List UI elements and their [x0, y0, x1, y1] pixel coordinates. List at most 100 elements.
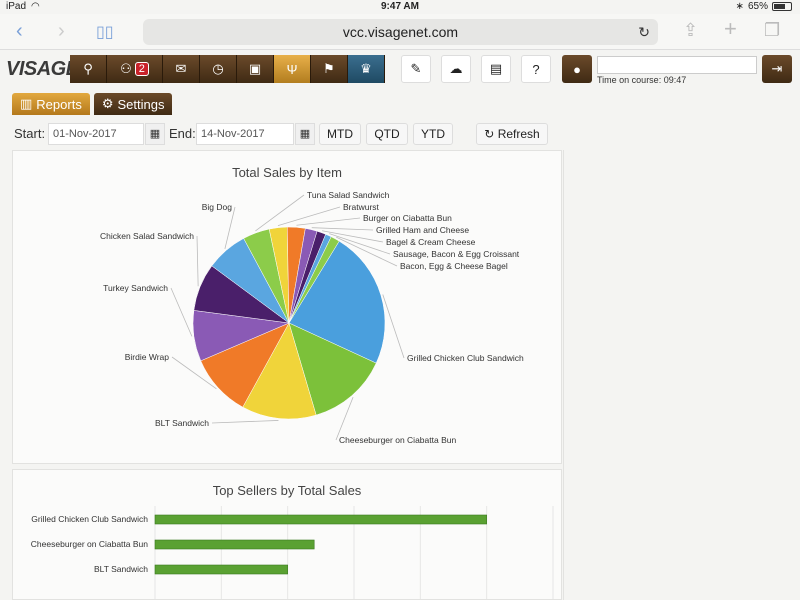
clock-icon: ◷: [212, 61, 224, 76]
logout-icon: ⇥: [771, 61, 783, 76]
start-calendar-icon[interactable]: ▦: [145, 123, 165, 145]
book-icon: ▤: [489, 61, 503, 76]
pie-label-chicken-salad-sandwich: Chicken Salad Sandwich: [100, 231, 194, 241]
flag-icon: ⚑: [323, 61, 335, 76]
trophy-icon: ♛: [360, 61, 372, 76]
help-button[interactable]: ?: [521, 55, 551, 83]
bar-label-cheeseburger-on-ciabatta-bun: Cheeseburger on Ciabatta Bun: [31, 539, 148, 549]
refresh-icon: ↻: [484, 127, 495, 141]
pie-label-grilled-chicken-club-sandwich: Grilled Chicken Club Sandwich: [407, 353, 524, 363]
golf-carts-icon: ⚇: [120, 61, 132, 76]
end-calendar-icon[interactable]: ▦: [295, 123, 315, 145]
pie-label-turkey-sandwich: Turkey Sandwich: [103, 283, 168, 293]
tab-reports[interactable]: ▥ Reports: [12, 93, 90, 115]
end-label: End:: [169, 126, 196, 141]
pie-label-grilled-ham-and-cheese: Grilled Ham and Cheese: [376, 225, 469, 235]
bar-cheeseburger-on-ciabatta-bun[interactable]: [154, 539, 315, 550]
pie-leader-line: [196, 235, 199, 287]
ytd-button[interactable]: YTD: [413, 123, 453, 145]
fork-knife-icon: Ψ: [286, 61, 298, 77]
clock: 9:47 AM: [381, 1, 419, 12]
time-on-course: Time on course: 09:47: [597, 75, 687, 85]
browser-bar: ‹ › ▯▯ vcc.visagenet.com ↻ ⇪ + ❐: [0, 14, 800, 50]
report-tabs: ▥ Reports ⚙ Settings: [12, 93, 173, 115]
pie-label-bacon-egg-cheese-bagel: Bacon, Egg & Cheese Bagel: [400, 261, 508, 271]
pie-label-big-dog: Big Dog: [202, 202, 233, 212]
share-icon[interactable]: ⇪: [683, 20, 698, 41]
message-count-badge: 2: [134, 62, 149, 76]
bluetooth-icon: ∗: [735, 1, 744, 12]
module-toolbar: ⚲ ⚇ 2 ✉ ◷ ▣ Ψ ⚑ ♛: [70, 55, 385, 83]
logout-button[interactable]: ⇥: [762, 55, 792, 83]
pie-label-blt-sandwich: BLT Sandwich: [155, 418, 209, 428]
pie-label-sausage-bacon-egg-croissant: Sausage, Bacon & Egg Croissant: [393, 249, 520, 259]
refresh-button[interactable]: ↻ Refresh: [476, 123, 548, 145]
logo-text: VISAGE: [6, 58, 79, 80]
messages-button[interactable]: ✉: [163, 55, 200, 83]
pie-label-tuna-salad-sandwich: Tuna Salad Sandwich: [307, 190, 390, 200]
tab-settings-label: Settings: [117, 96, 165, 112]
food-button[interactable]: Ψ: [274, 55, 311, 83]
bar-chart-panel: Top Sellers by Total Sales Grilled Chick…: [12, 469, 562, 600]
globe-button[interactable]: ●: [562, 55, 592, 83]
url-text: vcc.visagenet.com: [342, 24, 459, 40]
globe-icon: ●: [573, 61, 581, 77]
tabs-icon[interactable]: ❐: [764, 20, 780, 41]
ads-button[interactable]: ▣: [237, 55, 274, 83]
pie-label-bratwurst: Bratwurst: [343, 202, 380, 212]
bar-chart-icon: ▥: [20, 96, 33, 111]
battery-percent: 65%: [747, 1, 768, 12]
course-status-box: [597, 56, 757, 74]
end-date-input[interactable]: 14-Nov-2017: [196, 123, 294, 145]
chat-icon: ✉: [175, 61, 187, 76]
tools-button[interactable]: ✎: [401, 55, 431, 83]
bar-chart: Grilled Chicken Club Sandwich Cheeseburge…: [31, 506, 554, 599]
pie-label-bagel-cream-cheese: Bagel & Cream Cheese: [386, 237, 476, 247]
question-icon: ?: [532, 61, 540, 77]
pie-leader-line: [277, 206, 341, 227]
back-icon[interactable]: ‹: [16, 20, 23, 43]
pie-leader-line: [170, 287, 193, 337]
tournament-button[interactable]: ♛: [348, 55, 385, 83]
bar-grilled-chicken-club-sandwich[interactable]: [154, 514, 487, 525]
pie-leader-line: [382, 294, 405, 359]
manual-button[interactable]: ▤: [481, 55, 511, 83]
bar-label-grilled-chicken-club-sandwich: Grilled Chicken Club Sandwich: [31, 514, 148, 524]
ios-status-bar: iPad ◠ 9:47 AM ∗ 65%: [0, 0, 800, 14]
tab-settings[interactable]: ⚙ Settings: [93, 93, 173, 115]
pie-chart: Grilled Chicken Club Sandwich Cheeseburge…: [100, 190, 524, 445]
address-bar[interactable]: vcc.visagenet.com ↻: [143, 19, 658, 45]
map-pin-button[interactable]: ⚲: [70, 55, 107, 83]
bar-blt-sandwich[interactable]: [154, 564, 288, 575]
pace-button[interactable]: ◷: [200, 55, 237, 83]
refresh-label: Refresh: [497, 127, 540, 141]
pie-leader-line: [211, 420, 279, 424]
weather-button[interactable]: ☁: [441, 55, 471, 83]
pie-leader-line: [311, 227, 374, 231]
flag-button[interactable]: ⚑: [311, 55, 348, 83]
date-filter-bar: Start: 01-Nov-2017 ▦ End: 14-Nov-2017 ▦ …: [12, 121, 788, 147]
pie-leader-line: [296, 217, 361, 226]
forward-icon[interactable]: ›: [58, 20, 65, 43]
pie-label-cheeseburger-on-ciabatta-bun: Cheeseburger on Ciabatta Bun: [339, 435, 456, 445]
pie-label-birdie-wrap: Birdie Wrap: [125, 352, 170, 362]
image-icon: ▣: [248, 61, 262, 76]
wrench-globe-icon: ✎: [410, 61, 422, 76]
gears-icon: ⚙: [101, 96, 114, 111]
bar-label-blt-sandwich: BLT Sandwich: [94, 564, 148, 574]
groups-button[interactable]: ⚇ 2: [107, 55, 163, 83]
new-tab-icon[interactable]: +: [724, 16, 737, 42]
map-pin-icon: ⚲: [83, 61, 93, 76]
pie-leader-line: [224, 206, 236, 249]
reload-icon[interactable]: ↻: [638, 19, 650, 45]
battery-icon: [772, 2, 792, 11]
start-date-input[interactable]: 01-Nov-2017: [48, 123, 144, 145]
app-toolbar: VISAGE™ ⚲ ⚇2 ✉ ◷ ▣ Ψ ⚑ ♛ ✎ ☁ ▤ ? ● Time …: [0, 52, 800, 88]
right-pane: [563, 150, 800, 600]
tab-reports-label: Reports: [36, 96, 82, 112]
lightning-cloud-icon: ☁: [449, 61, 463, 76]
pie-chart-panel: Total Sales by Item Grilled Chicken Club…: [12, 150, 562, 464]
bookmarks-icon[interactable]: ▯▯: [96, 22, 114, 42]
qtd-button[interactable]: QTD: [366, 123, 408, 145]
mtd-button[interactable]: MTD: [319, 123, 361, 145]
